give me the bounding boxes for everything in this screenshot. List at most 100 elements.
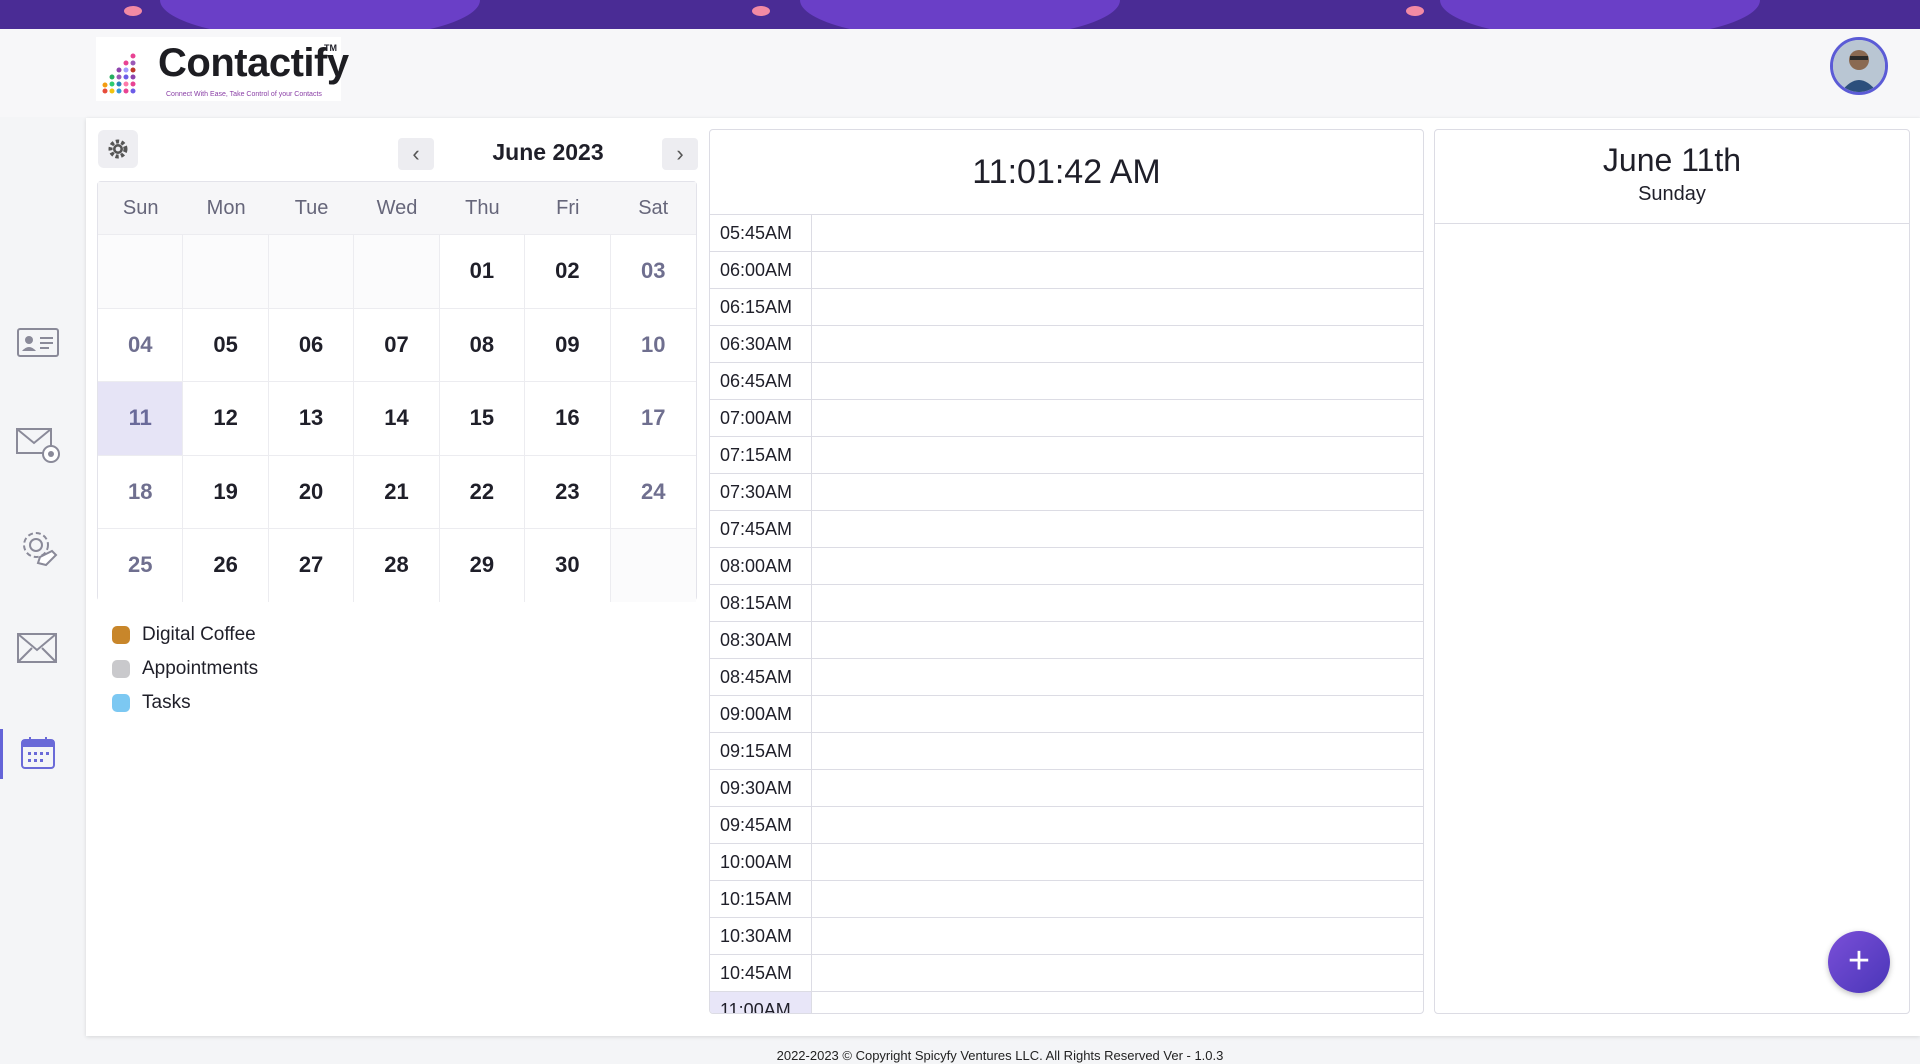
time-slot-body[interactable] <box>812 474 1423 510</box>
nav-mail[interactable] <box>14 627 62 671</box>
calendar-day-03[interactable]: 03 <box>610 234 696 308</box>
calendar-day-11[interactable]: 11 <box>98 381 184 455</box>
time-slot-body[interactable] <box>812 252 1423 288</box>
add-event-button[interactable]: + <box>1828 931 1890 993</box>
calendar-day-24[interactable]: 24 <box>610 454 696 528</box>
time-slot-row[interactable]: 10:00AM <box>710 844 1423 881</box>
time-slot-row[interactable]: 07:00AM <box>710 400 1423 437</box>
calendar-day-18[interactable]: 18 <box>98 454 184 528</box>
time-slot-body[interactable] <box>812 511 1423 547</box>
time-slot-body[interactable] <box>812 881 1423 917</box>
time-slot-body[interactable] <box>812 326 1423 362</box>
calendar-empty-cell <box>98 234 184 308</box>
calendar-day-26[interactable]: 26 <box>183 528 269 602</box>
time-slot-row[interactable]: 06:00AM <box>710 252 1423 289</box>
calendar-day-05[interactable]: 05 <box>183 307 269 381</box>
time-slot-row[interactable]: 09:30AM <box>710 770 1423 807</box>
time-slot-row[interactable]: 07:30AM <box>710 474 1423 511</box>
user-avatar[interactable] <box>1830 37 1888 95</box>
nav-settings[interactable] <box>14 525 62 569</box>
time-slot-body[interactable] <box>812 437 1423 473</box>
time-slot-row[interactable]: 06:15AM <box>710 289 1423 326</box>
time-slot-body[interactable] <box>812 585 1423 621</box>
time-slot-row[interactable]: 08:15AM <box>710 585 1423 622</box>
calendar-day-07[interactable]: 07 <box>354 307 440 381</box>
time-slot-body[interactable] <box>812 955 1423 991</box>
calendar-day-04[interactable]: 04 <box>98 307 184 381</box>
next-month-button[interactable]: › <box>662 138 698 170</box>
calendar-day-29[interactable]: 29 <box>439 528 526 602</box>
time-slot-row[interactable]: 09:00AM <box>710 696 1423 733</box>
time-slot-body[interactable] <box>812 733 1423 769</box>
time-slot-label: 07:15AM <box>710 437 812 473</box>
time-slot-row[interactable]: 06:30AM <box>710 326 1423 363</box>
calendar-day-30[interactable]: 30 <box>525 528 611 602</box>
legend-item-tasks[interactable]: Tasks <box>112 686 258 720</box>
nav-contacts[interactable] <box>14 321 62 365</box>
calendar-day-20[interactable]: 20 <box>268 454 355 528</box>
time-slot-row[interactable]: 10:45AM <box>710 955 1423 992</box>
time-slot-body[interactable] <box>812 992 1423 1013</box>
time-slot-row[interactable]: 08:00AM <box>710 548 1423 585</box>
calendar-day-14[interactable]: 14 <box>354 381 440 455</box>
time-slot-body[interactable] <box>812 918 1423 954</box>
time-slot-row[interactable]: 09:15AM <box>710 733 1423 770</box>
time-slot-body[interactable] <box>812 696 1423 732</box>
calendar-empty-cell <box>610 528 696 602</box>
legend-item-digital-coffee[interactable]: Digital Coffee <box>112 618 258 652</box>
time-slot-label: 08:00AM <box>710 548 812 584</box>
time-slot-body[interactable] <box>812 400 1423 436</box>
time-slot-body[interactable] <box>812 807 1423 843</box>
calendar-day-23[interactable]: 23 <box>525 454 611 528</box>
calendar-day-16[interactable]: 16 <box>525 381 611 455</box>
calendar-day-06[interactable]: 06 <box>268 307 355 381</box>
calendar-day-09[interactable]: 09 <box>525 307 611 381</box>
time-slot-body[interactable] <box>812 659 1423 695</box>
time-slot-row[interactable]: 07:45AM <box>710 511 1423 548</box>
calendar-day-15[interactable]: 15 <box>439 381 526 455</box>
time-slot-row[interactable]: 09:45AM <box>710 807 1423 844</box>
weekday-label: Mon <box>206 197 246 219</box>
calendar-day-10[interactable]: 10 <box>610 307 696 381</box>
time-slot-body[interactable] <box>812 844 1423 880</box>
calendar-day-28[interactable]: 28 <box>354 528 440 602</box>
calendar-day-02[interactable]: 02 <box>525 234 611 308</box>
time-slot-row[interactable]: 05:45AM <box>710 215 1423 252</box>
logo-wordmark: Contactify <box>158 41 349 85</box>
time-slot-row[interactable]: 06:45AM <box>710 363 1423 400</box>
time-slot-row[interactable]: 10:15AM <box>710 881 1423 918</box>
calendar-day-19[interactable]: 19 <box>183 454 269 528</box>
prev-month-button[interactable]: ‹ <box>398 138 434 170</box>
time-slot-body[interactable] <box>812 215 1423 251</box>
time-slot-body[interactable] <box>812 363 1423 399</box>
time-slot-row[interactable]: 08:45AM <box>710 659 1423 696</box>
calendar-day-12[interactable]: 12 <box>183 381 269 455</box>
app-logo[interactable]: Contactify TM Connect With Ease, Take Co… <box>96 37 349 101</box>
calendar-day-13[interactable]: 13 <box>268 381 355 455</box>
calendar-settings-button[interactable] <box>98 130 138 168</box>
nav-calendar[interactable] <box>14 731 62 775</box>
calendar-day-25[interactable]: 25 <box>98 528 184 602</box>
calendar-day-22[interactable]: 22 <box>439 454 526 528</box>
calendar-day-27[interactable]: 27 <box>268 528 355 602</box>
calendar-day-17[interactable]: 17 <box>610 381 696 455</box>
calendar-day-08[interactable]: 08 <box>439 307 526 381</box>
time-slot-row[interactable]: 08:30AM <box>710 622 1423 659</box>
time-slot-body[interactable] <box>812 289 1423 325</box>
time-slot-label: 05:45AM <box>710 215 812 251</box>
calendar-day-21[interactable]: 21 <box>354 454 440 528</box>
weekday-label: Sun <box>122 197 159 219</box>
legend-item-appointments[interactable]: Appointments <box>112 652 258 686</box>
nav-email-settings[interactable] <box>14 423 62 467</box>
time-slot-body[interactable] <box>812 622 1423 658</box>
time-slot-row[interactable]: 11:00AM <box>710 992 1423 1013</box>
legend-label: Tasks <box>142 692 191 713</box>
time-slot-body[interactable] <box>812 770 1423 806</box>
time-slot-row[interactable]: 10:30AM <box>710 918 1423 955</box>
calendar-day-01[interactable]: 01 <box>439 234 526 308</box>
time-slot-body[interactable] <box>812 548 1423 584</box>
selected-day-weekday: Sunday <box>1638 183 1706 205</box>
user-photo-icon <box>1833 40 1885 92</box>
time-slot-row[interactable]: 07:15AM <box>710 437 1423 474</box>
selected-day-date: June 11th <box>1602 142 1742 178</box>
